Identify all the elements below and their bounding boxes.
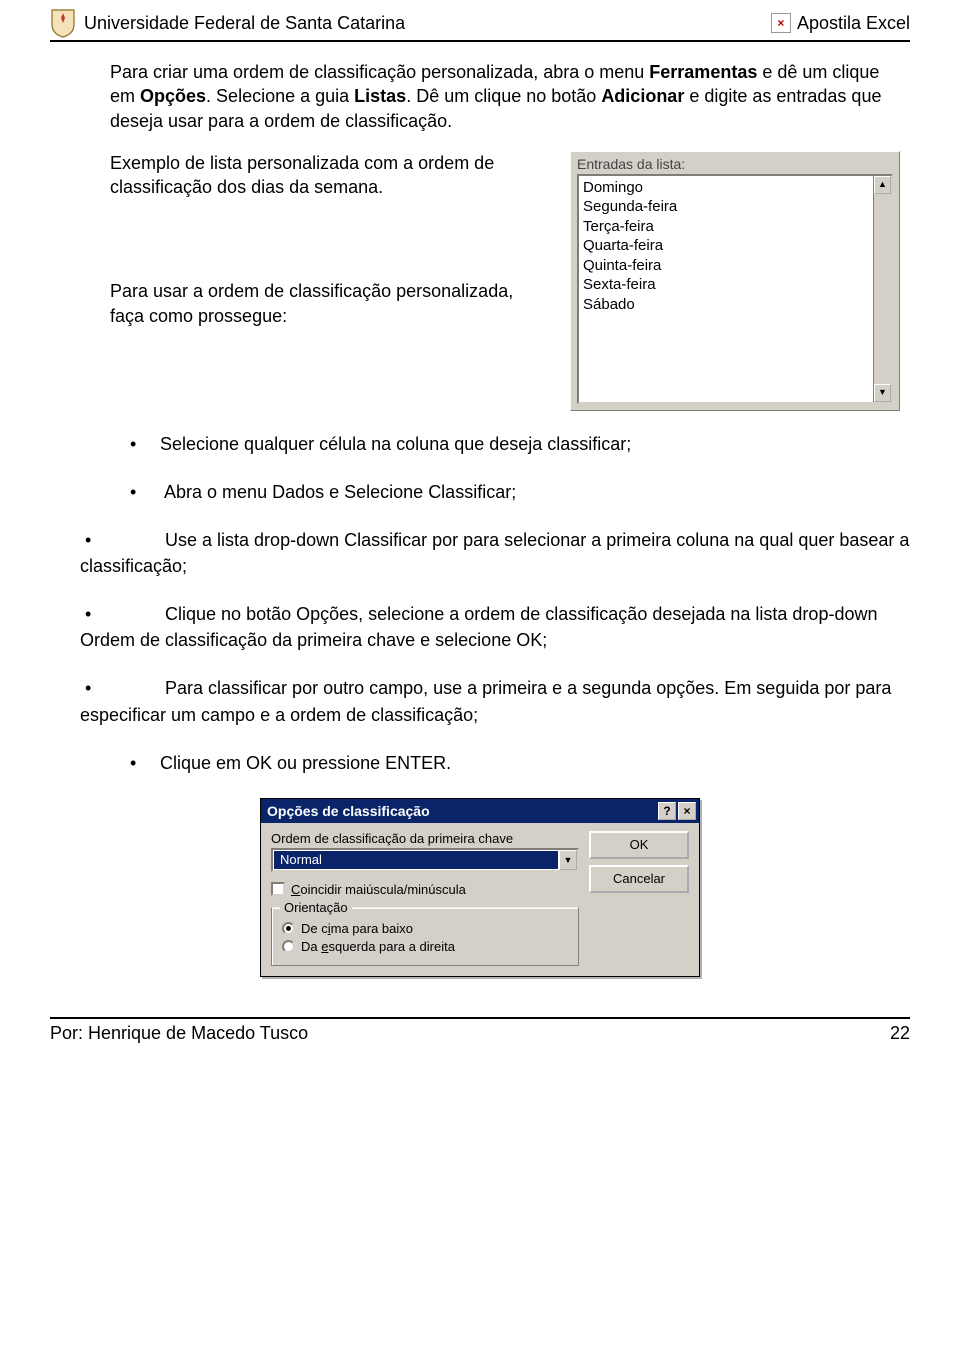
radio-top-to-bottom[interactable]: De cima para baixo [282, 921, 568, 936]
list-item[interactable]: Quinta-feira [583, 256, 887, 276]
sort-key-order-label: Ordem de classificação da primeira chave [271, 831, 579, 846]
scroll-down-icon[interactable]: ▼ [874, 384, 891, 402]
listbox-scrollbar[interactable]: ▲ ▼ [873, 176, 891, 402]
header-right-text: Apostila Excel [797, 13, 910, 34]
footer-page-number: 22 [890, 1023, 910, 1044]
list-entries-listbox[interactable]: Domingo Segunda-feira Terça-feira Quarta… [577, 174, 893, 404]
ok-button[interactable]: OK [589, 831, 689, 859]
list-item[interactable]: Terça-feira [583, 217, 887, 237]
step-item: •Para classificar por outro campo, use a… [50, 675, 910, 727]
list-item[interactable]: Sábado [583, 295, 887, 315]
chevron-down-icon[interactable]: ▼ [559, 850, 577, 870]
caption-example-list: Exemplo de lista personalizada com a ord… [110, 151, 530, 200]
footer-author: Por: Henrique de Macedo Tusco [50, 1023, 308, 1044]
dialog-close-button[interactable]: × [678, 802, 696, 820]
radio-left-to-right[interactable]: Da esquerda para a direita [282, 939, 568, 954]
checkbox-icon[interactable] [271, 882, 285, 896]
university-logo-icon [50, 8, 76, 38]
paragraph-intro: Para criar uma ordem de classificação pe… [110, 60, 900, 133]
sort-options-dialog: Opções de classificação ? × Ordem de cla… [260, 798, 700, 977]
checkbox-label: Coincidir maiúscula/minúscula [291, 882, 466, 897]
header-left-text: Universidade Federal de Santa Catarina [84, 13, 405, 34]
list-entries-label: Entradas da lista: [577, 156, 893, 172]
steps-list: Selecione qualquer célula na coluna que … [50, 431, 910, 776]
radio-icon[interactable] [282, 922, 295, 935]
step-item: Abra o menu Dados e Selecione Classifica… [50, 479, 910, 505]
dialog-help-button[interactable]: ? [658, 802, 676, 820]
list-item[interactable]: Quarta-feira [583, 236, 887, 256]
radio-label: Da esquerda para a direita [301, 939, 455, 954]
caption-how-to-use: Para usar a ordem de classificação perso… [110, 279, 530, 328]
step-item: •Clique no botão Opções, selecione a ord… [50, 601, 910, 653]
radio-icon[interactable] [282, 940, 295, 953]
dialog-titlebar[interactable]: Opções de classificação ? × [261, 799, 699, 823]
list-item[interactable]: Domingo [583, 178, 887, 198]
radio-label: De cima para baixo [301, 921, 413, 936]
combo-value: Normal [274, 851, 558, 869]
list-entries-panel: Entradas da lista: Domingo Segunda-feira… [570, 151, 900, 411]
page-header: Universidade Federal de Santa Catarina ×… [50, 0, 910, 42]
case-sensitive-checkbox-row[interactable]: Coincidir maiúscula/minúscula [271, 882, 579, 897]
list-item[interactable]: Sexta-feira [583, 275, 887, 295]
list-item[interactable]: Segunda-feira [583, 197, 887, 217]
cancel-button[interactable]: Cancelar [589, 865, 689, 893]
step-item: Clique em OK ou pressione ENTER. [50, 750, 910, 776]
fieldset-legend: Orientação [280, 900, 352, 915]
step-item: •Use a lista drop-down Classificar por p… [50, 527, 910, 579]
excel-icon: × [771, 13, 791, 33]
orientation-fieldset: Orientação De cima para baixo Da esquerd… [271, 907, 579, 966]
dialog-title: Opções de classificação [267, 803, 430, 819]
sort-key-order-combo[interactable]: Normal ▼ [271, 848, 579, 872]
scroll-up-icon[interactable]: ▲ [874, 176, 891, 194]
step-item: Selecione qualquer célula na coluna que … [50, 431, 910, 457]
page-footer: Por: Henrique de Macedo Tusco 22 [50, 1017, 910, 1054]
